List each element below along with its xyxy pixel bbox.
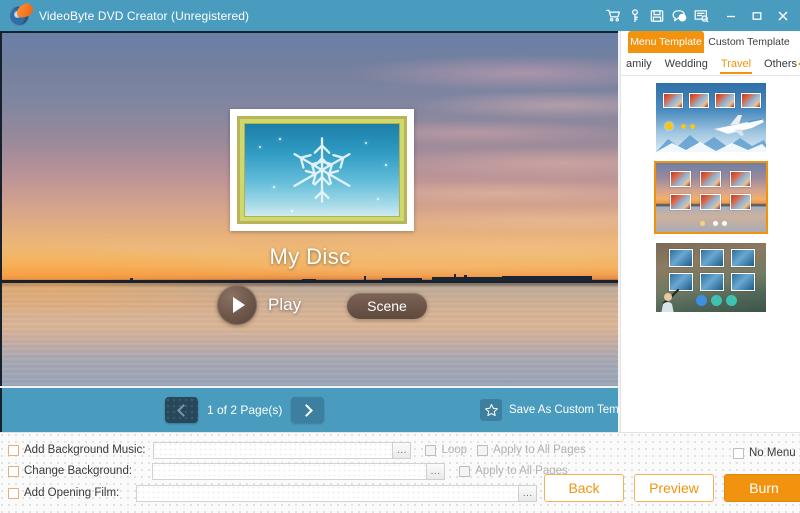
action-button-row: Back Preview Burn	[544, 474, 800, 502]
burn-button[interactable]: Burn	[724, 474, 800, 502]
opening-film-input[interactable]	[136, 485, 519, 502]
star-icon	[480, 399, 502, 421]
disc-thumbnail-frame[interactable]	[230, 109, 414, 231]
opening-film-row: Add Opening Film: ...	[8, 483, 537, 503]
preview-button[interactable]: Preview	[634, 474, 714, 502]
music-apply-all-pages-option[interactable]: Apply to All Pages	[477, 444, 586, 456]
no-menu-option[interactable]: No Menu	[733, 447, 796, 459]
play-label[interactable]: Play	[268, 295, 301, 315]
save-icon[interactable]	[646, 0, 668, 31]
music-apply-all-pages-label: Apply to All Pages	[493, 444, 586, 456]
add-background-music-label: Add Background Music:	[24, 444, 145, 456]
add-background-music-checkbox[interactable]	[8, 445, 19, 456]
page-navigation-group: 1 of 2 Page(s)	[165, 388, 324, 432]
background-apply-all-pages-checkbox[interactable]	[459, 466, 470, 477]
window-title: VideoByte DVD Creator (Unregistered)	[39, 9, 249, 23]
category-family[interactable]: amily	[625, 53, 653, 76]
loop-checkbox[interactable]	[425, 445, 436, 456]
change-background-label: Change Background:	[24, 465, 132, 477]
chat-icon[interactable]	[668, 0, 690, 31]
template-thumb-airplane[interactable]	[654, 81, 768, 154]
background-music-input[interactable]	[153, 442, 393, 459]
back-button[interactable]: Back	[544, 474, 624, 502]
background-music-browse-button[interactable]: ...	[392, 442, 411, 459]
category-wedding[interactable]: Wedding	[664, 53, 709, 76]
close-button[interactable]	[770, 0, 796, 31]
next-page-button[interactable]	[291, 397, 324, 423]
no-menu-checkbox[interactable]	[733, 448, 744, 459]
background-music-row: Add Background Music: ... Loop Apply to …	[8, 440, 586, 460]
disc-title[interactable]: My Disc	[2, 244, 618, 270]
feedback-icon[interactable]	[690, 0, 712, 31]
music-apply-all-pages-checkbox[interactable]	[477, 445, 488, 456]
opening-film-browse-button[interactable]: ...	[518, 485, 537, 502]
change-background-checkbox[interactable]	[8, 466, 19, 477]
loop-label: Loop	[441, 444, 467, 456]
key-icon[interactable]	[624, 0, 646, 31]
template-category-row: amily Wedding Travel Others	[621, 53, 800, 76]
menu-preview-stage: My Disc Play Scene	[0, 31, 618, 386]
scene-button[interactable]: Scene	[347, 293, 427, 319]
change-background-row: Change Background: ... Apply to All Page…	[8, 461, 568, 481]
snowflake-photo	[244, 123, 400, 217]
mountain-shape	[656, 130, 766, 152]
add-opening-film-checkbox[interactable]	[8, 488, 19, 499]
maximize-button[interactable]	[744, 0, 770, 31]
minimize-button[interactable]	[718, 0, 744, 31]
snowflake-icon	[286, 134, 358, 206]
template-tabs: Menu Template Custom Template	[621, 31, 800, 53]
app-logo-icon	[9, 6, 29, 26]
page-navigation-bar: 1 of 2 Page(s) Save As Custom Template	[0, 388, 618, 432]
template-panel: Menu Template Custom Template amily Wedd…	[620, 31, 800, 432]
template-thumb-traveler[interactable]	[654, 241, 768, 314]
previous-page-button[interactable]	[165, 397, 198, 423]
category-travel[interactable]: Travel	[720, 53, 752, 76]
dvd-creator-window: VideoByte DVD Creator (Unregistered)	[0, 0, 800, 513]
change-background-browse-button[interactable]: ...	[426, 463, 445, 480]
add-opening-film-label: Add Opening Film:	[24, 487, 119, 499]
template-thumb-sunset[interactable]	[654, 161, 768, 234]
title-bar: VideoByte DVD Creator (Unregistered)	[0, 0, 800, 31]
template-thumbnail-list[interactable]	[621, 76, 800, 432]
change-background-input[interactable]	[152, 463, 427, 480]
loop-option[interactable]: Loop	[425, 444, 467, 456]
category-others[interactable]: Others	[763, 53, 798, 76]
cart-icon[interactable]	[602, 0, 624, 31]
page-indicator: 1 of 2 Page(s)	[207, 403, 282, 417]
no-menu-label: No Menu	[749, 447, 796, 459]
play-button-icon[interactable]	[217, 285, 257, 325]
tab-menu-template[interactable]: Menu Template	[628, 31, 704, 53]
tab-custom-template[interactable]: Custom Template	[704, 31, 794, 53]
titlebar-actions	[602, 0, 800, 31]
traveler-silhouette	[658, 285, 688, 312]
